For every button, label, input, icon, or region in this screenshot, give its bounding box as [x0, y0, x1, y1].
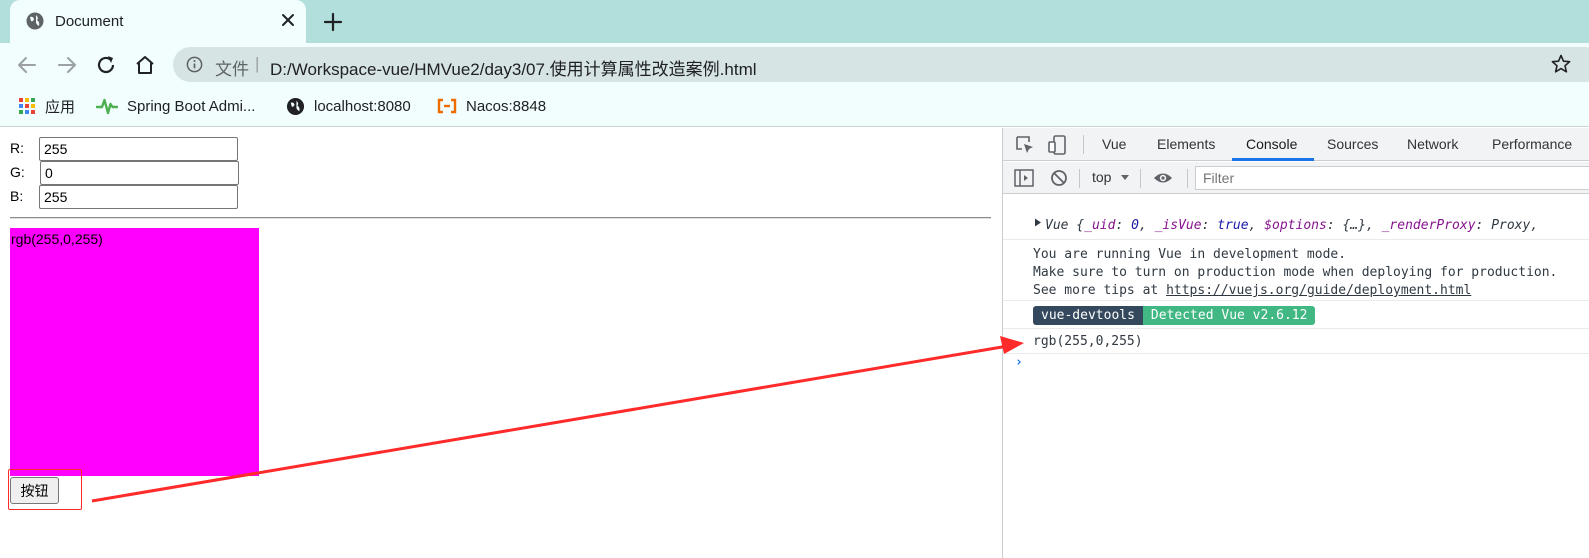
g-label: G:: [10, 164, 25, 180]
log-output-text: rgb(255,0,255): [1033, 334, 1143, 349]
bookmark-label: localhost:8080: [314, 97, 411, 115]
tab-sources[interactable]: Sources: [1327, 136, 1378, 152]
color-preview-text: rgb(255,0,255): [11, 231, 103, 247]
bookmark-apps[interactable]: 应用: [18, 95, 75, 117]
console-message-devtools-badge: vue-devtools Detected Vue v2.6.12: [1003, 302, 1589, 329]
context-selector[interactable]: top: [1092, 169, 1111, 185]
tab-elements[interactable]: Elements: [1157, 136, 1215, 152]
dev-mode-text: You are running Vue in development mode.…: [1033, 246, 1557, 300]
tab-vue[interactable]: Vue: [1102, 136, 1126, 152]
tab-performance[interactable]: Performance: [1492, 136, 1572, 152]
tab-network[interactable]: Network: [1407, 136, 1458, 152]
field-value: Proxy: [1491, 218, 1531, 233]
tab-title: Document: [55, 13, 124, 30]
spring-boot-pulse-icon: [96, 98, 118, 115]
new-tab-icon[interactable]: [320, 9, 346, 35]
tips-link[interactable]: https://vuejs.org/guide/deployment.html: [1166, 283, 1471, 298]
bookmarks-bar: 应用 Spring Boot Admi... localhost:8080 Na…: [0, 86, 1589, 127]
reload-icon[interactable]: [93, 52, 119, 78]
toolbar-divider: [1140, 169, 1141, 188]
dev-mode-line: You are running Vue in development mode.: [1033, 247, 1347, 262]
r-input[interactable]: [39, 137, 238, 161]
bookmark-nacos[interactable]: Nacos:8848: [437, 95, 546, 117]
address-separator: |: [255, 54, 260, 73]
g-input[interactable]: [40, 161, 239, 185]
browser-tab[interactable]: Document: [10, 0, 306, 43]
bookmark-label: Nacos:8848: [466, 97, 547, 115]
toolbar-divider: [1079, 169, 1080, 188]
field-key: _isVue: [1154, 218, 1202, 233]
tips-prefix: See more tips at: [1033, 283, 1167, 298]
home-icon[interactable]: [132, 52, 158, 78]
bookmark-label: 应用: [45, 98, 76, 116]
color-preview-box: rgb(255,0,255): [10, 228, 259, 476]
console-toolbar: top: [1003, 162, 1589, 194]
field-key: $options: [1264, 218, 1327, 233]
device-toolbar-icon[interactable]: [1046, 134, 1068, 156]
apps-grid-icon: [19, 98, 35, 114]
dropdown-arrow-icon[interactable]: [1120, 174, 1130, 182]
address-bar[interactable]: 文件 | D:/Workspace-vue/HMVue2/day3/07.使用计…: [173, 47, 1589, 82]
console-message-dev-mode: You are running Vue in development mode.…: [1003, 241, 1589, 301]
address-scheme-label: 文件: [215, 60, 249, 79]
close-icon[interactable]: [276, 8, 300, 32]
field-value: 0: [1131, 218, 1139, 233]
badge-name: vue-devtools: [1033, 306, 1143, 325]
dev-mode-line: Make sure to turn on production mode whe…: [1033, 265, 1558, 280]
info-icon[interactable]: [185, 55, 204, 74]
bookmark-spring-boot-admin[interactable]: Spring Boot Admi...: [96, 95, 255, 117]
page-viewport: R: G: B: rgb(255,0,255) 按钮: [0, 128, 1002, 558]
toolbar-divider: [1083, 135, 1084, 154]
field-key: _renderProxy: [1381, 218, 1476, 233]
b-input[interactable]: [39, 185, 238, 209]
devtools-panel: Vue Elements Console Sources Network Per…: [1002, 128, 1589, 558]
inspect-element-icon[interactable]: [1014, 134, 1036, 156]
clear-console-icon[interactable]: [1048, 167, 1070, 189]
field-key: _uid: [1084, 218, 1116, 233]
tips-line: See more tips at https://vuejs.org/guide…: [1033, 282, 1557, 300]
eye-icon[interactable]: [1152, 167, 1174, 189]
console-filter-input[interactable]: [1195, 166, 1589, 190]
b-label: B:: [10, 188, 24, 204]
devtools-tab-bar: Vue Elements Console Sources Network Per…: [1003, 128, 1589, 161]
console-message-vue-object[interactable]: Vue {_uid: 0, _isVue: true, $options: {……: [1003, 211, 1589, 240]
tab-console[interactable]: Console: [1246, 136, 1297, 152]
toolbar-divider: [1187, 169, 1188, 188]
badge-detected: Detected Vue v2.6.12: [1142, 306, 1316, 325]
sidebar-toggle-icon[interactable]: [1013, 167, 1035, 189]
horizontal-rule: [10, 217, 991, 219]
console-prompt-icon[interactable]: ›: [1015, 355, 1023, 370]
bookmark-star-icon[interactable]: [1550, 53, 1572, 75]
tab-strip: Document: [0, 0, 1589, 43]
vue-object-summary: Vue {_uid: 0, _isVue: true, $options: {……: [1045, 218, 1539, 233]
nacos-icon: [437, 98, 457, 114]
browser-toolbar: 文件 | D:/Workspace-vue/HMVue2/day3/07.使用计…: [0, 43, 1589, 86]
address-url[interactable]: D:/Workspace-vue/HMVue2/day3/07.使用计算属性改造…: [270, 55, 757, 80]
expand-caret-icon[interactable]: [1034, 218, 1042, 227]
forward-arrow-icon[interactable]: [54, 52, 80, 78]
globe-icon: [26, 12, 44, 30]
r-label: R:: [10, 140, 24, 156]
console-message-log[interactable]: rgb(255,0,255): [1003, 330, 1589, 354]
vue-object-prefix: Vue {: [1045, 218, 1085, 233]
active-tab-indicator: [1232, 158, 1314, 161]
annotation-highlight-box: [8, 469, 82, 510]
bookmark-localhost[interactable]: localhost:8080: [286, 95, 411, 117]
globe-icon: [286, 97, 305, 115]
devtools-badge: vue-devtools Detected Vue v2.6.12: [1033, 306, 1316, 325]
bookmark-label: Spring Boot Admi...: [127, 97, 256, 115]
field-value: {…}: [1342, 218, 1366, 233]
back-arrow-icon[interactable]: [14, 52, 40, 78]
field-value: true: [1217, 218, 1249, 233]
